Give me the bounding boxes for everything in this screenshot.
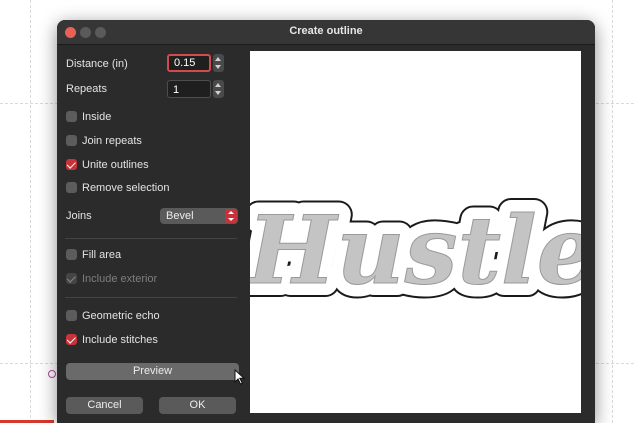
fill-area-checkbox[interactable] — [66, 249, 77, 260]
remove-selection-checkbox[interactable] — [66, 182, 77, 193]
ok-button[interactable]: OK — [159, 397, 236, 414]
preview-word-text: Hustle — [250, 196, 581, 306]
inside-checkbox[interactable] — [66, 111, 77, 122]
create-outline-dialog: Create outline Distance (in) 0.15 Repeat… — [57, 20, 595, 423]
canvas-origin-marker — [48, 370, 56, 378]
include-exterior-checkbox[interactable] — [66, 273, 77, 284]
include-exterior-label: Include exterior — [82, 273, 158, 285]
include-stitches-checkbox[interactable] — [66, 334, 77, 345]
fill-area-label: Fill area — [82, 249, 122, 261]
joins-select[interactable]: Bevel — [160, 208, 238, 224]
mouse-pointer-icon — [234, 369, 246, 385]
cancel-button[interactable]: Cancel — [66, 397, 143, 414]
checkmark-icon — [66, 159, 75, 168]
stepper-up-icon — [215, 57, 221, 61]
join-repeats-checkbox[interactable] — [66, 135, 77, 146]
outline-preview-pane: Hustle Hustle Hustle — [230, 51, 595, 413]
inside-label: Inside — [82, 111, 112, 123]
repeats-input[interactable]: 1 — [167, 80, 211, 98]
joins-select-value: Bevel — [166, 210, 194, 222]
checkmark-icon — [66, 334, 75, 343]
geometric-echo-checkbox[interactable] — [66, 310, 77, 321]
geometric-echo-label: Geometric echo — [82, 310, 160, 322]
join-repeats-label: Join repeats — [82, 135, 142, 147]
dialog-titlebar: Create outline — [57, 20, 595, 45]
stepper-down-icon — [215, 91, 221, 95]
select-arrows-icon — [225, 209, 237, 223]
section-divider — [65, 238, 237, 239]
distance-label: Distance (in) — [66, 58, 128, 70]
distance-input[interactable]: 0.15 — [167, 54, 211, 72]
remove-selection-label: Remove selection — [82, 182, 170, 194]
unite-outlines-label: Unite outlines — [82, 159, 149, 171]
joins-label: Joins — [66, 210, 92, 222]
unite-outlines-checkbox[interactable] — [66, 159, 77, 170]
dialog-title: Create outline — [289, 25, 363, 37]
canvas-guide-right — [612, 0, 613, 423]
preview-button[interactable]: Preview — [66, 363, 239, 380]
repeats-label: Repeats — [66, 83, 107, 95]
stepper-up-icon — [215, 83, 221, 87]
include-stitches-label: Include stitches — [82, 334, 158, 346]
distance-stepper[interactable] — [213, 54, 224, 72]
canvas-guide-left — [30, 0, 31, 423]
stepper-down-icon — [215, 65, 221, 69]
section-divider — [65, 297, 237, 298]
repeats-stepper[interactable] — [213, 80, 224, 98]
outline-preview-graphic: Hustle Hustle Hustle — [230, 182, 595, 320]
checkmark-icon — [66, 273, 75, 282]
